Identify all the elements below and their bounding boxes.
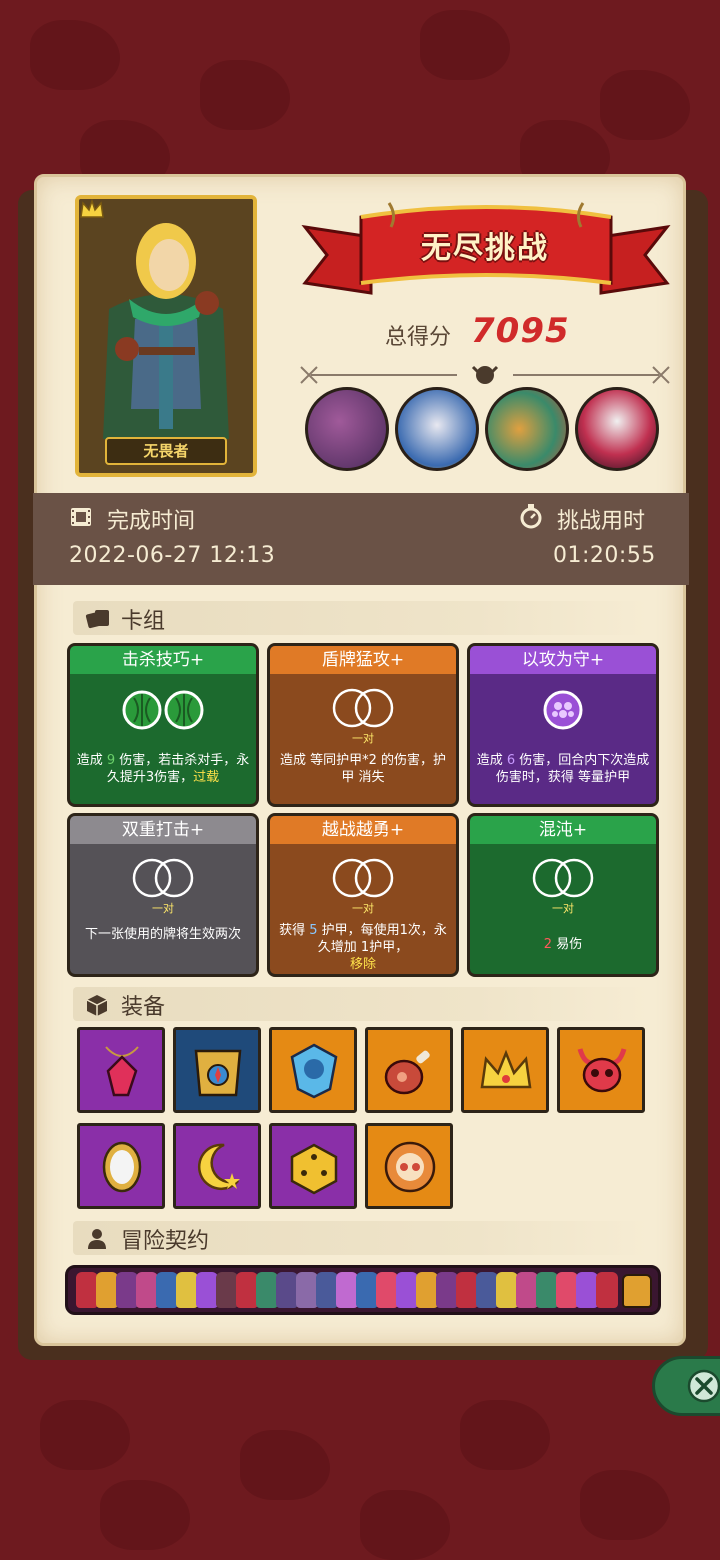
title-banner: 无尽挑战 (301, 197, 671, 309)
equipment-section-header: 装备 (73, 987, 649, 1021)
card-orbs (270, 858, 456, 902)
contract-section-header: 冒险契约 (73, 1221, 649, 1255)
card-title: 双重打击+ (70, 816, 256, 844)
card-attack-as-defense[interactable]: 以攻为守+ 造成 6 伤害，回合内下次造成伤害时，获得 等量护甲 (467, 643, 659, 807)
box-icon (86, 995, 108, 1016)
equip-gold-dice[interactable] (269, 1123, 357, 1209)
card-title: 混沌+ (470, 816, 656, 844)
card-description: 造成 9 伤害，若击杀对手，永久提升3伤害，过载 (76, 753, 250, 785)
stopwatch-icon (520, 504, 542, 529)
card-kill-skill[interactable]: 击杀技巧+ 造成 9 伤害，若击杀对手，永久提升3伤害，过载 (67, 643, 259, 807)
deck-section-label: 卡组 (121, 609, 166, 634)
card-title: 越战越勇+ (270, 816, 456, 844)
card-pair-label: 一对 (352, 732, 374, 745)
finish-time-value: 2022-06-27 12:13 (69, 543, 276, 568)
card-orbs (70, 858, 256, 902)
contract-strip[interactable] (65, 1265, 661, 1315)
duration-label: 挑战用时 (557, 509, 646, 534)
hero-name: 无畏者 (105, 437, 227, 465)
equip-moon-star[interactable] (173, 1123, 261, 1209)
close-icon (687, 1369, 720, 1403)
film-icon (71, 508, 91, 526)
result-panel: 无畏者 无尽挑战 总得分 7095 完成时间 2022-06-27 12:13 … (33, 174, 689, 1346)
score-row: 总得分 7095 (385, 311, 625, 357)
score-label: 总得分 (385, 325, 452, 350)
equip-ice-shield[interactable] (269, 1027, 357, 1113)
cards-icon (85, 610, 109, 629)
equip-compass-armor[interactable] (173, 1027, 261, 1113)
card-pair-label: 一对 (552, 902, 574, 915)
card-title: 击杀技巧+ (70, 646, 256, 674)
boss-portrait-1[interactable] (305, 387, 389, 471)
card-double-strike[interactable]: 双重打击+ 一对 下一张使用的牌将生效两次 (67, 813, 259, 977)
card-title: 盾牌猛攻+ (270, 646, 456, 674)
card-description: 获得 5 护甲，每使用1次，永久增加 1护甲， 移除 (279, 923, 447, 972)
banner-title: 无尽挑战 (421, 231, 549, 266)
finish-time-label: 完成时间 (107, 509, 196, 534)
deck-section-header: 卡组 (73, 601, 649, 635)
hero-card[interactable]: 无畏者 (75, 195, 257, 477)
card-brave-fighter[interactable]: 越战越勇+ 一对 获得 5 护甲，每使用1次，永久增加 1护甲， 移除 (267, 813, 459, 977)
equip-ring-disc[interactable] (365, 1123, 453, 1209)
contract-section-label: 冒险契约 (121, 1229, 210, 1254)
equip-demon-skull[interactable] (557, 1027, 645, 1113)
duration-value: 01:20:55 (553, 543, 656, 568)
hero-portrait (79, 199, 253, 473)
equipment-section-label: 装备 (121, 995, 166, 1020)
card-orbs (270, 688, 456, 732)
ornament-divider (297, 363, 673, 387)
equip-meat-leg[interactable] (365, 1027, 453, 1113)
crown-icon (80, 199, 104, 218)
card-orbs (70, 688, 256, 732)
person-icon (88, 1229, 106, 1249)
equip-gold-crown[interactable] (461, 1027, 549, 1113)
card-description: 造成 6 伤害，回合内下次造成伤害时，获得 等量护甲 (476, 753, 650, 785)
card-description: 下一张使用的牌将生效两次 (84, 927, 241, 942)
boss-portrait-2[interactable] (395, 387, 479, 471)
boss-portrait-3[interactable] (485, 387, 569, 471)
score-value: 7095 (471, 311, 570, 351)
card-pair-label: 一对 (352, 902, 374, 915)
card-description: 造成 等同护甲*2 的伤害，护甲 消失 (279, 753, 447, 785)
card-title: 以攻为守+ (470, 646, 656, 674)
card-chaos[interactable]: 混沌+ 一对 2 易伤 (467, 813, 659, 977)
card-orbs (470, 858, 656, 902)
card-pair-label: 一对 (152, 902, 174, 915)
card-orbs (470, 688, 656, 732)
equip-ruby-pendant[interactable] (77, 1027, 165, 1113)
card-shield-bash[interactable]: 盾牌猛攻+ 一对 造成 等同护甲*2 的伤害，护甲 消失 (267, 643, 459, 807)
defeated-bosses (305, 387, 665, 477)
time-info-bar: 完成时间 2022-06-27 12:13 挑战用时 01:20:55 (33, 493, 689, 585)
close-button[interactable] (652, 1356, 720, 1416)
boss-portrait-4[interactable] (575, 387, 659, 471)
equip-magic-mirror[interactable] (77, 1123, 165, 1209)
card-description: 2 易伤 (543, 937, 583, 952)
